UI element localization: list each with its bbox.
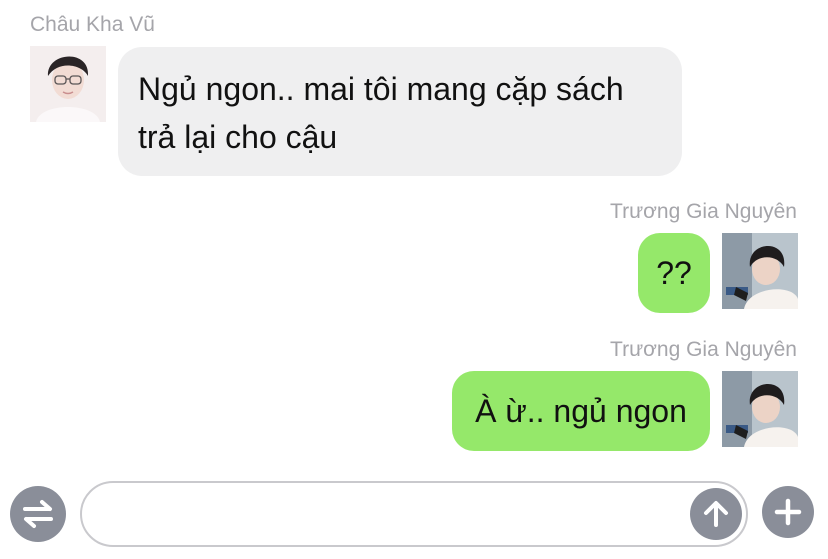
avatar[interactable] — [30, 46, 106, 122]
message-text-line: Ngủ ngon.. mai tôi mang cặp sách — [138, 71, 624, 107]
sender-name: Châu Kha Vũ — [30, 13, 155, 36]
send-button[interactable] — [690, 488, 742, 540]
avatar-image — [722, 233, 798, 309]
message-input[interactable] — [104, 493, 678, 537]
message-input-container — [80, 481, 748, 547]
message-bubble[interactable]: À ừ.. ngủ ngon — [452, 371, 710, 451]
arrow-up-icon — [704, 501, 728, 527]
avatar-image — [722, 371, 798, 447]
swap-arrows-icon — [23, 500, 53, 528]
avatar[interactable] — [722, 371, 798, 447]
message-bubble[interactable]: Ngủ ngon.. mai tôi mang cặp sách trả lại… — [118, 47, 682, 176]
sender-name: Trương Gia Nguyên — [610, 200, 797, 223]
message-text: À ừ.. ngủ ngon — [475, 393, 687, 429]
message-text-line: trả lại cho cậu — [138, 119, 338, 155]
switch-button[interactable] — [10, 486, 66, 542]
sender-name: Trương Gia Nguyên — [610, 338, 797, 361]
plus-icon — [774, 498, 802, 526]
add-button[interactable] — [762, 486, 814, 538]
avatar[interactable] — [722, 233, 798, 309]
message-bubble[interactable]: ?? — [638, 233, 710, 313]
message-text: ?? — [656, 255, 692, 291]
avatar-image — [30, 46, 106, 122]
